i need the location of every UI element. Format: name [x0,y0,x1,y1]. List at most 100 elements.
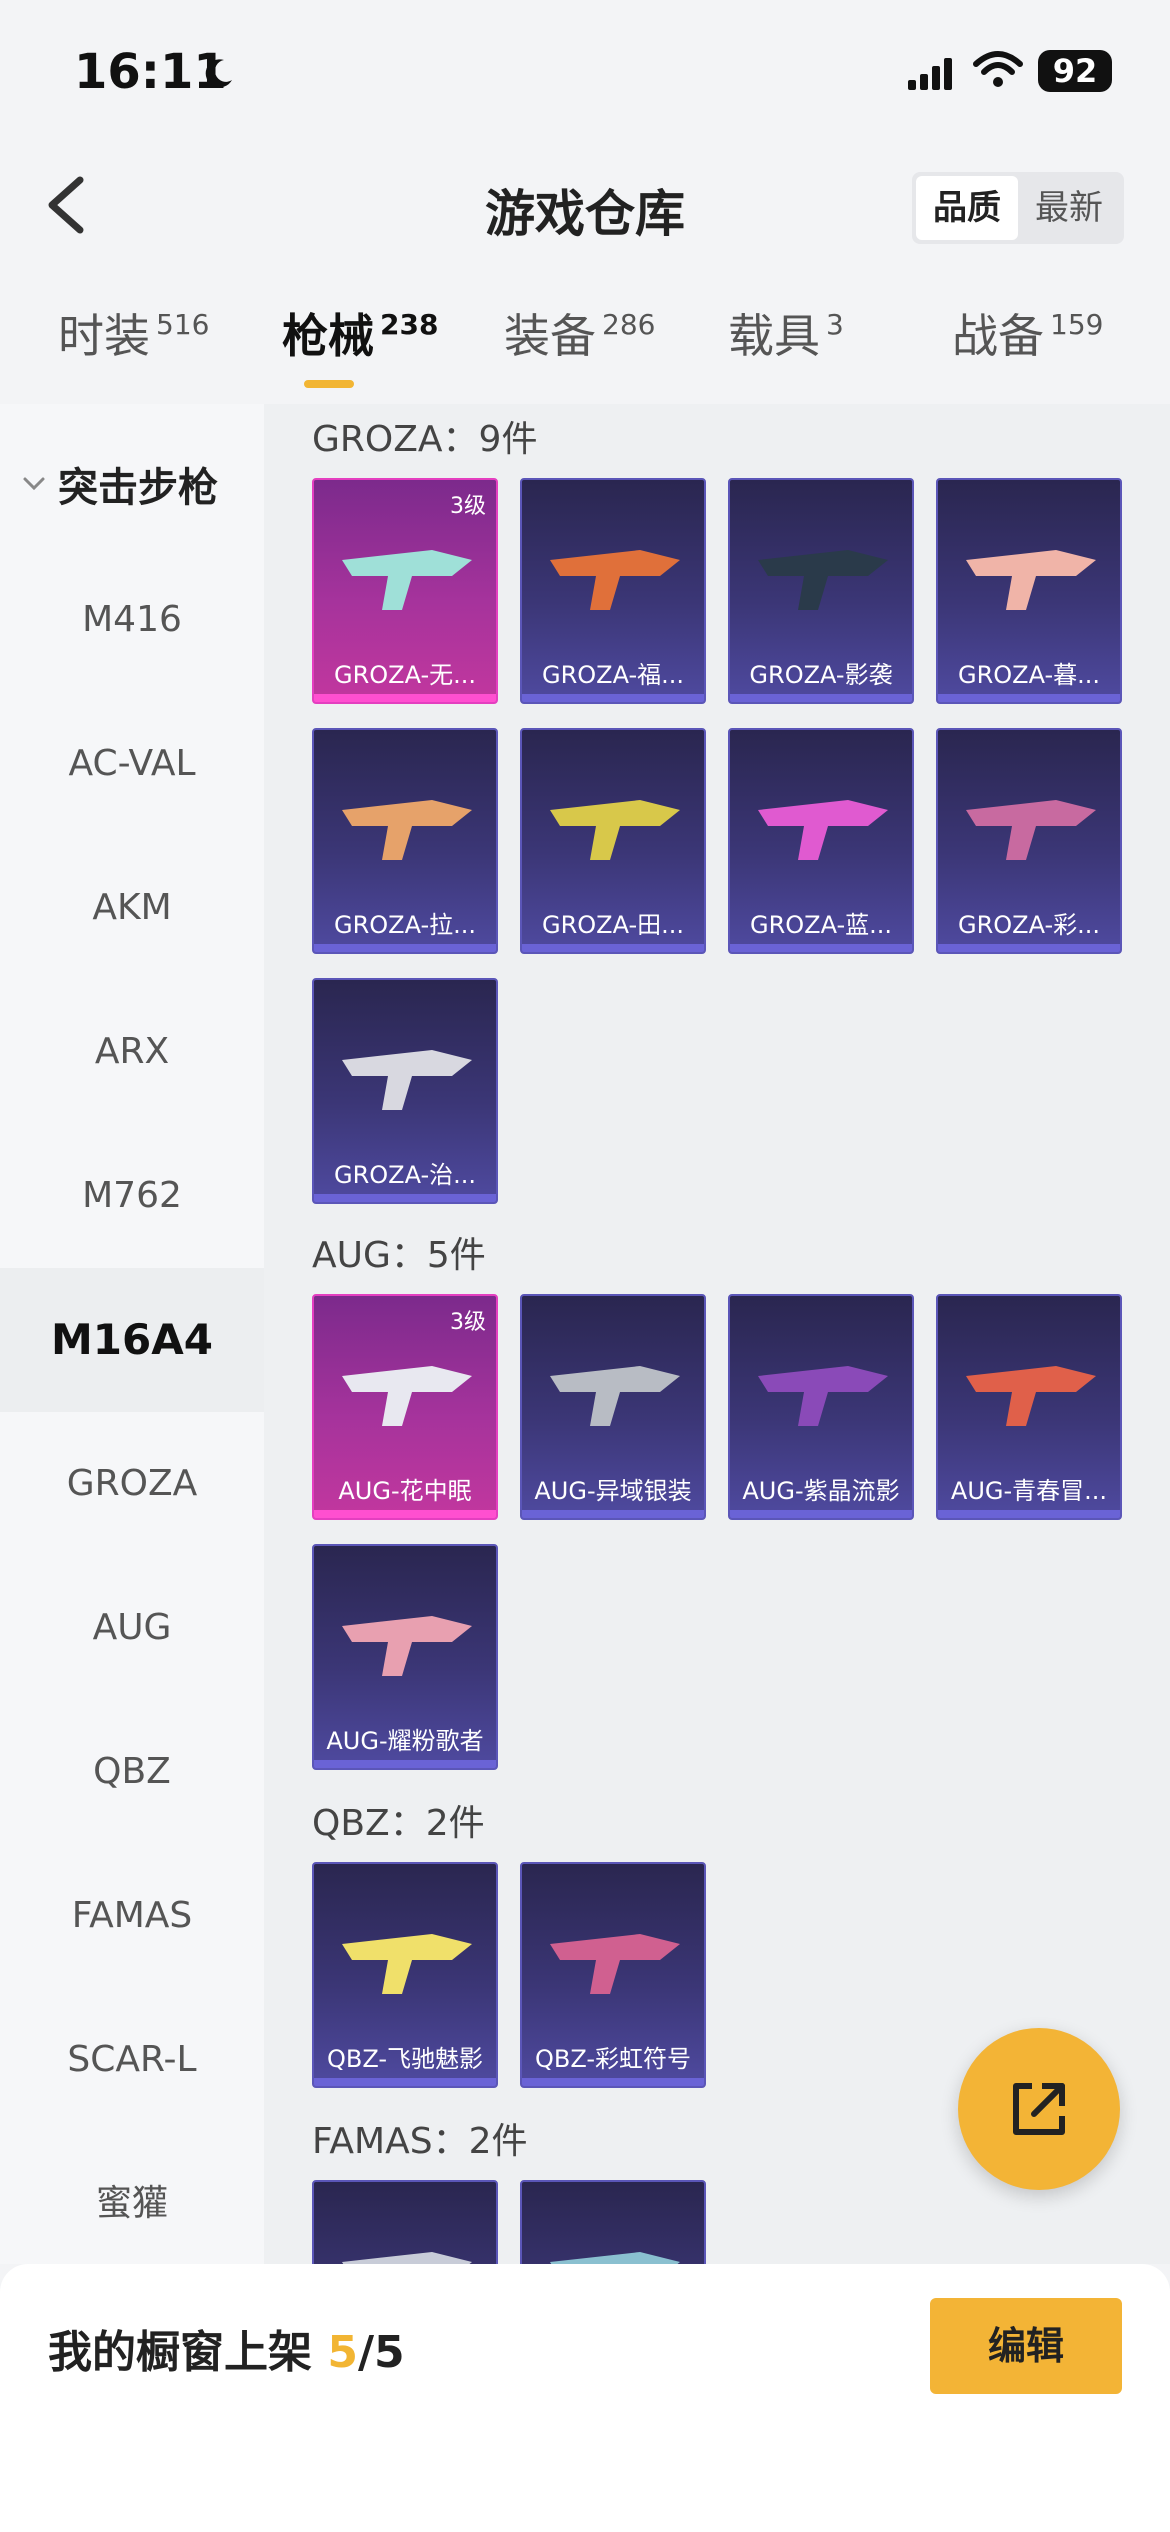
sidebar-item-qbz[interactable]: QBZ [0,1700,264,1844]
tab-count: 3 [826,308,844,341]
section-title-famas: FAMAS：2件 [312,2121,528,2162]
chevron-down-icon [23,477,45,491]
moon-icon [205,59,232,88]
skin-name: QBZ-飞驰魅影 [326,2045,484,2073]
rifle-icon [342,2252,472,2264]
rifle-icon [550,1366,680,1426]
rarity-bar [314,944,496,952]
rifle-icon [550,1934,680,1994]
level-badge: 3级 [450,494,486,519]
sidebar-item-groza[interactable]: GROZA [0,1412,264,1556]
skin-card[interactable]: GROZA-蓝... [728,728,914,954]
status-bar: 16:11 92 [0,0,1170,150]
skin-card[interactable]: GROZA-暮... [936,478,1122,704]
tab-battle-gear[interactable]: 战备 159 [952,300,1103,390]
rarity-bar [730,944,912,952]
rarity-bar [522,944,704,952]
tab-equipment[interactable]: 装备 286 [504,300,655,390]
rifle-icon [758,550,888,610]
sidebar-item-aug[interactable]: AUG [0,1556,264,1700]
skin-card[interactable]: GROZA-影袭 [728,478,914,704]
sidebar-group-label: 突击步枪 [58,465,218,511]
level-badge: 3级 [450,1310,486,1335]
showcase-status: 我的橱窗上架 5/5 [48,2316,405,2380]
skin-card[interactable]: AUG-青春冒... [936,1294,1122,1520]
tab-label: 载具 [728,309,820,363]
rifle-icon [342,800,472,860]
rarity-bar [314,2078,496,2086]
sidebar-item-m762[interactable]: M762 [0,1124,264,1268]
rifle-icon [342,1050,472,1110]
skin-card[interactable]: GROZA-田... [520,728,706,954]
tab-vehicles[interactable]: 载具 3 [728,300,844,390]
tab-count: 238 [380,308,439,341]
skin-card[interactable]: AUG-耀粉歌者 [312,1544,498,1770]
skin-name: GROZA-影袭 [749,661,893,689]
rarity-bar [314,1760,496,1768]
sort-quality-button[interactable]: 品质 [916,176,1018,240]
skin-name: GROZA-蓝... [749,911,893,939]
header: 游戏仓库 品质 最新 [0,150,1170,270]
skin-card[interactable]: AUG-紫晶流影 [728,1294,914,1520]
skin-card[interactable]: 3级 AUG-花中眠 [312,1294,498,1520]
rarity-bar [938,944,1120,952]
weapon-list: GROZA：9件 3级 GROZA-无... GROZA-福... GROZA-… [264,404,1170,2264]
skin-name: GROZA-田... [541,911,685,939]
skin-name: AUG-花中眠 [338,1477,472,1505]
skin-card[interactable] [312,2180,498,2264]
cellular-signal-icon [908,58,952,90]
edit-button[interactable]: 编辑 [930,2298,1122,2394]
tab-guns[interactable]: 枪械 238 [282,300,438,390]
skin-card[interactable]: GROZA-彩... [936,728,1122,954]
skin-card[interactable] [520,2180,706,2264]
tab-fashion[interactable]: 时装 516 [58,300,209,390]
sidebar-item-honey-badger[interactable]: 蜜獾 [0,2132,264,2276]
sidebar-item-m16a4[interactable]: M16A4 [0,1268,264,1412]
sidebar-item-scar-l[interactable]: SCAR-L [0,1988,264,2132]
rifle-icon [342,1616,472,1676]
skin-card[interactable]: QBZ-彩虹符号 [520,1862,706,2088]
skin-name: AUG-异域银装 [534,1477,692,1505]
rifle-icon [342,1934,472,1994]
sidebar-item-m416[interactable]: M416 [0,548,264,692]
rifle-icon [758,1366,888,1426]
rifle-icon [550,550,680,610]
battery-indicator: 92 [1038,50,1112,92]
sort-toggle[interactable]: 品质 最新 [912,172,1124,244]
rifle-icon [550,800,680,860]
skin-name: GROZA-无... [333,661,477,689]
skin-card[interactable]: GROZA-福... [520,478,706,704]
share-fab[interactable] [958,2028,1120,2190]
rarity-bar [938,1510,1120,1518]
skin-card[interactable]: AUG-异域银装 [520,1294,706,1520]
skin-name: GROZA-拉... [333,911,477,939]
showcase-label: 我的橱窗上架 [48,2327,312,2378]
skin-name: QBZ-彩虹符号 [534,2045,692,2073]
sort-newest-button[interactable]: 最新 [1018,176,1120,240]
skin-name: GROZA-彩... [957,911,1101,939]
skin-name: GROZA-福... [541,661,685,689]
skin-card[interactable]: GROZA-拉... [312,728,498,954]
section-title-qbz: QBZ：2件 [312,1803,485,1844]
rifle-icon [342,1366,472,1426]
rifle-icon [550,2252,680,2264]
skin-card[interactable]: 3级 GROZA-无... [312,478,498,704]
sidebar-item-ac-val[interactable]: AC-VAL [0,692,264,836]
tab-label: 装备 [504,309,596,363]
sidebar-item-akm[interactable]: AKM [0,836,264,980]
sidebar-item-famas[interactable]: FAMAS [0,1844,264,1988]
section-title-groza: GROZA：9件 [312,419,538,460]
showcase-total-count: /5 [357,2327,405,2378]
rarity-bar [314,1194,496,1202]
sidebar-item-arx[interactable]: ARX [0,980,264,1124]
sidebar-group-header[interactable]: 突击步枪 [0,444,264,524]
rarity-bar [522,694,704,702]
showcase-current-count: 5 [327,2327,358,2378]
tab-count: 159 [1050,308,1104,341]
skin-card[interactable]: GROZA-治... [312,978,498,1204]
rarity-bar [522,1510,704,1518]
skin-card[interactable]: QBZ-飞驰魅影 [312,1862,498,2088]
category-tabs: 时装 516 枪械 238 装备 286 载具 3 战备 159 [0,300,1170,400]
skin-name: AUG-耀粉歌者 [326,1727,484,1755]
tab-label: 枪械 [282,309,374,363]
